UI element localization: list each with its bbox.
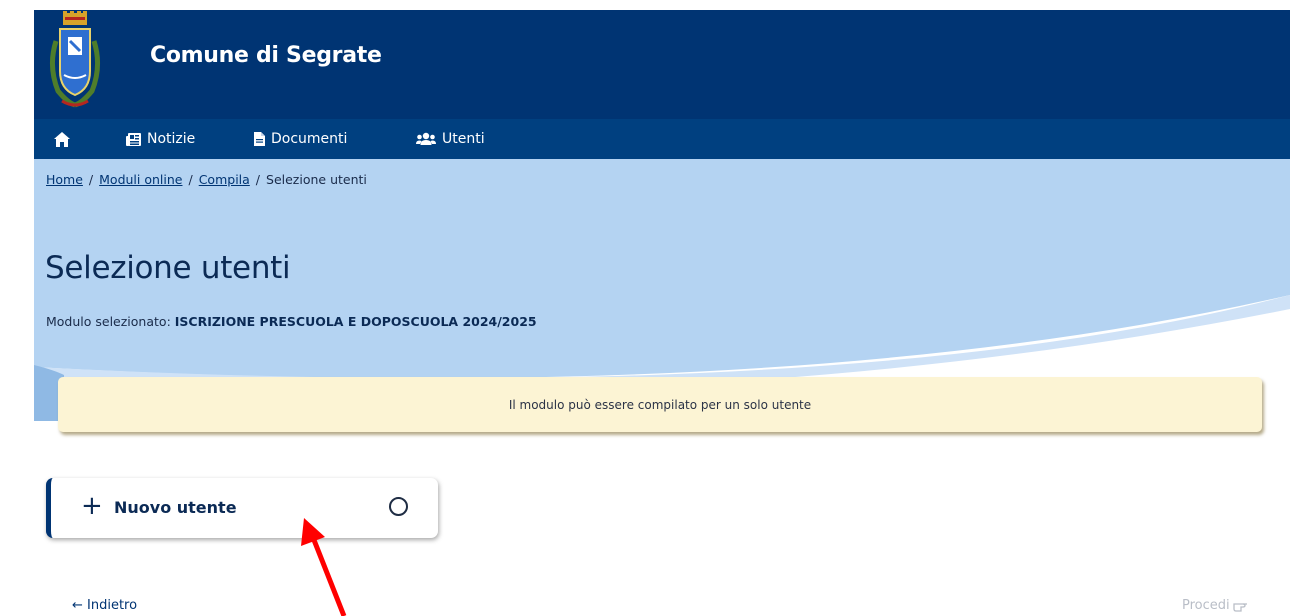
home-icon [54,131,70,147]
nav-label-notizie: Notizie [147,131,196,147]
selected-module-prefix: Modulo selezionato: [46,314,171,329]
main-nav: Notizie Documenti Utenti [34,119,1290,159]
nav-label-documenti: Documenti [271,131,348,147]
coat-of-arms-icon[interactable] [46,11,104,111]
page-title: Selezione utenti [45,250,291,286]
site-header: Comune di Segrate [34,10,1290,119]
breadcrumb-home[interactable]: Home [46,172,83,187]
new-user-radio[interactable] [389,497,408,516]
info-alert: Il modulo può essere compilato per un so… [58,377,1262,432]
breadcrumb-separator: / [188,172,193,187]
document-icon [254,132,265,146]
selected-module: Modulo selezionato: ISCRIZIONE PRESCUOLA… [46,314,537,329]
nav-item-documenti[interactable]: Documenti [254,119,347,159]
nav-item-utenti[interactable]: Utenti [416,119,485,159]
breadcrumb-moduli-online[interactable]: Moduli online [99,172,182,187]
breadcrumb-current: Selezione utenti [266,172,367,187]
nav-label-utenti: Utenti [442,131,485,147]
nav-item-home[interactable] [54,119,70,159]
breadcrumb-compila[interactable]: Compila [199,172,250,187]
info-alert-text: Il modulo può essere compilato per un so… [508,397,812,412]
site-title[interactable]: Comune di Segrate [150,43,382,68]
nav-item-notizie[interactable]: Notizie [126,119,195,159]
proceed-label: Procedi [1182,598,1230,613]
users-icon [416,132,436,145]
newspaper-icon [126,132,141,146]
plus-icon: + [81,491,103,521]
breadcrumb-separator: / [255,172,261,187]
selected-module-name: ISCRIZIONE PRESCUOLA E DOPOSCUOLA 2024/2… [174,314,537,329]
new-user-label: Nuovo utente [114,498,237,517]
breadcrumb-separator: / [88,172,94,187]
pointing-hand-icon [1232,602,1247,612]
proceed-link[interactable]: Procedi [1182,598,1248,613]
new-user-option[interactable]: + Nuovo utente [46,478,438,538]
back-link[interactable]: ← Indietro [72,598,137,613]
breadcrumb: Home / Moduli online / Compila / Selezione ute… [46,172,367,187]
